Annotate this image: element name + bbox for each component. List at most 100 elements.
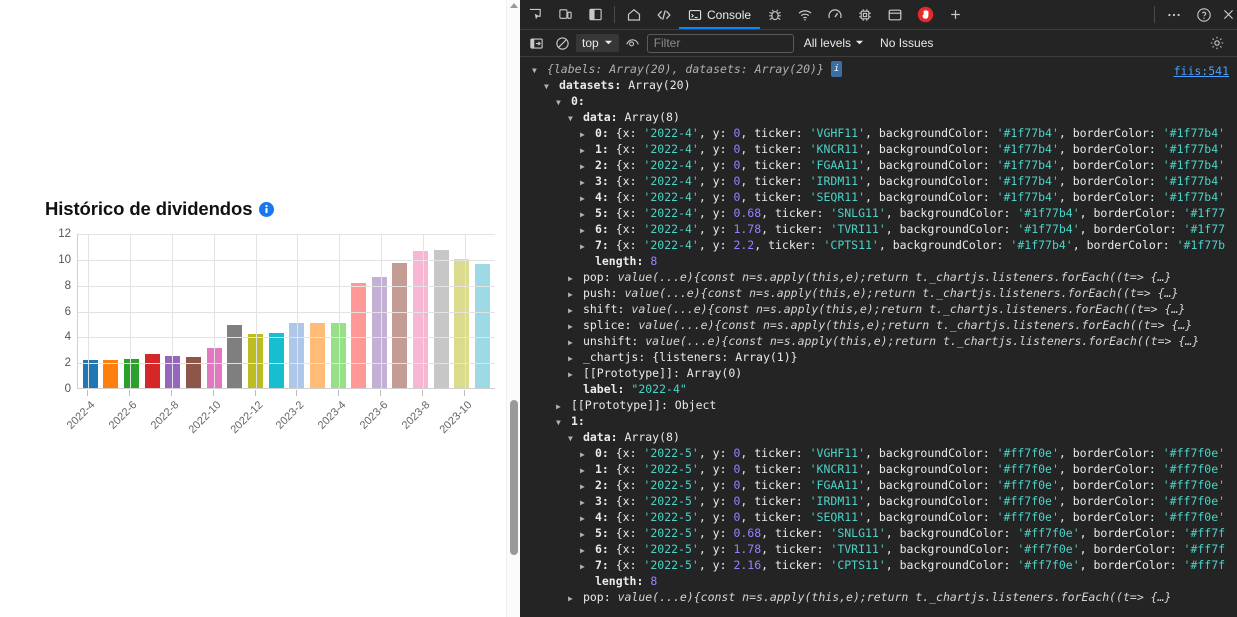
bar[interactable] xyxy=(144,354,160,388)
expand-arrow-right-icon[interactable]: ▶ xyxy=(568,351,576,365)
add-tab-icon[interactable] xyxy=(940,0,970,29)
recorder-stop-icon[interactable] xyxy=(910,0,940,29)
bar[interactable] xyxy=(433,249,449,388)
console-line[interactable]: ▶ pop: value(...e){const n=s.apply(this,… xyxy=(520,589,1237,605)
clear-console-icon[interactable] xyxy=(550,36,574,51)
performance-icon[interactable] xyxy=(820,0,850,29)
bar-chart[interactable]: 0 2 4 6 8 10 12 2022-4 2022-6 2022-8 2022-10 2022-… xyxy=(45,228,495,436)
console-line[interactable]: ▶ 6: {x: '2022-5', y: 1.78, ticker: 'TVR… xyxy=(520,541,1237,557)
bar[interactable] xyxy=(392,262,408,388)
console-line[interactable]: ▶ pop: value(...e){const n=s.apply(this,… xyxy=(520,269,1237,285)
console-line[interactable]: ▼ datasets: Array(20) xyxy=(520,77,1237,93)
console-line[interactable]: ▶ 4: {x: '2022-5', y: 0, ticker: 'SEQR11… xyxy=(520,509,1237,525)
application-icon[interactable] xyxy=(880,0,910,29)
issues-status[interactable]: No Issues xyxy=(874,36,939,50)
expand-arrow-down-icon[interactable]: ▼ xyxy=(532,63,540,77)
help-icon[interactable] xyxy=(1189,0,1219,29)
bar[interactable] xyxy=(309,322,325,388)
context-selector[interactable]: top xyxy=(576,34,619,52)
expand-arrow-right-icon[interactable]: ▶ xyxy=(580,143,588,157)
expand-arrow-right-icon[interactable]: ▶ xyxy=(568,591,576,605)
console-line[interactable]: ▶ push: value(...e){const n=s.apply(this… xyxy=(520,285,1237,301)
log-levels-selector[interactable]: All levels xyxy=(796,36,872,50)
expand-arrow-right-icon[interactable]: ▶ xyxy=(580,463,588,477)
scroll-up-arrow-icon[interactable] xyxy=(510,3,518,8)
console-line[interactable]: ▼ {labels: Array(20), datasets: Array(20… xyxy=(520,61,1237,77)
expand-arrow-right-icon[interactable]: ▶ xyxy=(580,127,588,141)
console-line[interactable]: ▶ 1: {x: '2022-5', y: 0, ticker: 'KNCR11… xyxy=(520,461,1237,477)
console-line[interactable]: ▼ 1: xyxy=(520,413,1237,429)
console-line[interactable]: ▶ 2: {x: '2022-5', y: 0, ticker: 'FGAA11… xyxy=(520,477,1237,493)
console-line[interactable]: ▶ [[Prototype]]: Object xyxy=(520,397,1237,413)
scrollbar-thumb[interactable] xyxy=(510,400,518,555)
bar[interactable] xyxy=(351,283,367,388)
more-options-icon[interactable] xyxy=(1159,0,1189,29)
expand-arrow-right-icon[interactable]: ▶ xyxy=(568,335,576,349)
bar[interactable] xyxy=(454,258,470,388)
expand-arrow-right-icon[interactable]: ▶ xyxy=(568,319,576,333)
console-line[interactable]: ▶ 3: {x: '2022-4', y: 0, ticker: 'IRDM11… xyxy=(520,173,1237,189)
expand-arrow-right-icon[interactable]: ▶ xyxy=(568,271,576,285)
expand-arrow-right-icon[interactable]: ▶ xyxy=(568,287,576,301)
expand-arrow-down-icon[interactable]: ▼ xyxy=(568,111,576,125)
console-sidebar-icon[interactable] xyxy=(524,36,548,51)
filter-input[interactable] xyxy=(646,33,794,53)
bar[interactable] xyxy=(413,251,429,388)
expand-arrow-right-icon[interactable]: ▶ xyxy=(580,159,588,173)
home-icon[interactable] xyxy=(619,0,649,29)
expand-arrow-right-icon[interactable]: ▶ xyxy=(580,479,588,493)
console-line[interactable]: ▶ [[Prototype]]: Array(0) xyxy=(520,365,1237,381)
console-line[interactable]: length: 8 xyxy=(520,253,1237,269)
bar[interactable] xyxy=(268,333,284,388)
expand-arrow-right-icon[interactable]: ▶ xyxy=(580,223,588,237)
bar[interactable] xyxy=(227,324,243,388)
expand-arrow-right-icon[interactable]: ▶ xyxy=(580,495,588,509)
bug-icon[interactable] xyxy=(760,0,790,29)
bar[interactable] xyxy=(474,264,490,388)
console-line[interactable]: ▶ unshift: value(...e){const n=s.apply(t… xyxy=(520,333,1237,349)
console-output[interactable]: fiis:541 ▼ {labels: Array(20), datasets:… xyxy=(520,57,1237,617)
expand-arrow-right-icon[interactable]: ▶ xyxy=(568,367,576,381)
expand-arrow-right-icon[interactable]: ▶ xyxy=(580,543,588,557)
console-line[interactable]: ▶ _chartjs: {listeners: Array(1)} xyxy=(520,349,1237,365)
console-line[interactable]: ▶ 0: {x: '2022-4', y: 0, ticker: 'VGHF11… xyxy=(520,125,1237,141)
panel-layout-icon[interactable] xyxy=(580,0,610,29)
expand-arrow-right-icon[interactable]: ▶ xyxy=(580,559,588,573)
expand-arrow-down-icon[interactable]: ▼ xyxy=(544,79,552,93)
page-scrollbar[interactable] xyxy=(506,0,520,617)
device-toolbar-icon[interactable] xyxy=(550,0,580,29)
console-line[interactable]: length: 8 xyxy=(520,573,1237,589)
expand-arrow-right-icon[interactable]: ▶ xyxy=(580,175,588,189)
console-line[interactable]: ▶ shift: value(...e){const n=s.apply(thi… xyxy=(520,301,1237,317)
console-line[interactable]: ▶ 5: {x: '2022-5', y: 0.68, ticker: 'SNL… xyxy=(520,525,1237,541)
console-line[interactable]: ▶ 2: {x: '2022-4', y: 0, ticker: 'FGAA11… xyxy=(520,157,1237,173)
console-line[interactable]: ▼ data: Array(8) xyxy=(520,429,1237,445)
console-line[interactable]: ▶ 6: {x: '2022-4', y: 1.78, ticker: 'TVR… xyxy=(520,221,1237,237)
close-icon[interactable] xyxy=(1219,0,1237,29)
console-line[interactable]: ▶ splice: value(...e){const n=s.apply(th… xyxy=(520,317,1237,333)
bar[interactable] xyxy=(330,323,346,388)
live-expression-icon[interactable] xyxy=(621,35,645,51)
network-wifi-icon[interactable] xyxy=(790,0,820,29)
console-line[interactable]: ▼ 0: xyxy=(520,93,1237,109)
console-line[interactable]: ▶ 4: {x: '2022-4', y: 0, ticker: 'SEQR11… xyxy=(520,189,1237,205)
console-line[interactable]: ▼ data: Array(8) xyxy=(520,109,1237,125)
bar[interactable] xyxy=(371,276,387,388)
expand-arrow-right-icon[interactable]: ▶ xyxy=(580,447,588,461)
expand-arrow-down-icon[interactable]: ▼ xyxy=(568,431,576,445)
memory-chip-icon[interactable] xyxy=(850,0,880,29)
elements-code-icon[interactable] xyxy=(649,0,679,29)
inspect-element-icon[interactable] xyxy=(520,0,550,29)
expand-arrow-down-icon[interactable]: ▼ xyxy=(556,415,564,429)
info-icon[interactable] xyxy=(259,201,275,217)
expand-arrow-right-icon[interactable]: ▶ xyxy=(580,511,588,525)
expand-arrow-right-icon[interactable]: ▶ xyxy=(580,527,588,541)
expand-arrow-right-icon[interactable]: ▶ xyxy=(568,303,576,317)
gear-icon[interactable] xyxy=(1203,35,1233,51)
console-source-link[interactable]: fiis:541 xyxy=(1174,63,1229,79)
console-line[interactable]: ▶ 7: {x: '2022-5', y: 2.16, ticker: 'CPT… xyxy=(520,557,1237,573)
expand-arrow-down-icon[interactable]: ▼ xyxy=(556,95,564,109)
console-line[interactable]: ▶ 0: {x: '2022-5', y: 0, ticker: 'VGHF11… xyxy=(520,445,1237,461)
tab-console[interactable]: Console xyxy=(679,0,760,29)
expand-arrow-right-icon[interactable]: ▶ xyxy=(580,207,588,221)
